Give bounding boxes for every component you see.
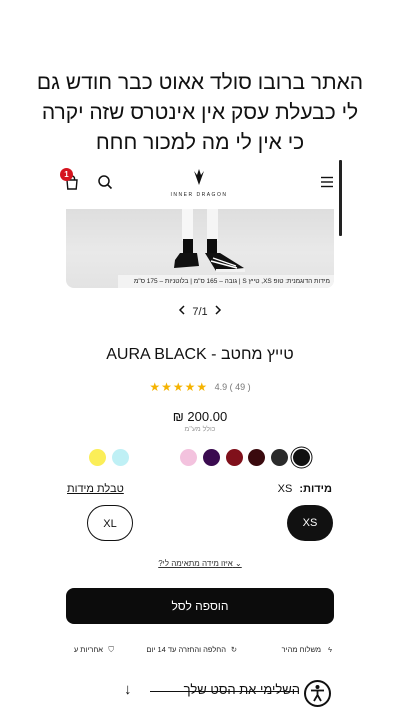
color-swatch-3[interactable] (248, 449, 265, 466)
lightning-icon: ϟ (328, 645, 332, 654)
search-button[interactable] (97, 174, 115, 192)
caption-line-3: כי אין לי מה למכור חחח (95, 131, 305, 154)
prev-image-button[interactable] (175, 305, 189, 318)
color-swatch-1[interactable] (293, 449, 310, 466)
chevron-down-icon: ⌄ (235, 559, 242, 568)
size-label: מידות: XS (278, 483, 332, 495)
fit-link-text: איזו מידה מתאימה לי? (158, 559, 233, 568)
product-image[interactable]: מידות הדוגמנית: טופ XS, טייץ S | גובה – … (66, 209, 334, 288)
cart-count-badge: 1 (60, 168, 73, 181)
next-image-button[interactable] (211, 305, 225, 318)
product-title: AURA BLACK - טייץ מחטב (106, 346, 294, 363)
product-price: ₪ 200.00 (172, 409, 228, 424)
rating-stars-icon: ★★★★★ (149, 380, 209, 394)
color-swatch-2[interactable] (271, 449, 288, 466)
benefit-fast-shipping: ϟ משלוח מהיר (282, 645, 332, 654)
scrollbar[interactable] (339, 160, 342, 236)
store-header: 1 INNER DRAGON (56, 160, 342, 204)
logo-text: INNER DRAGON (170, 192, 228, 198)
color-swatch-6[interactable] (180, 449, 197, 466)
arrow-down-icon: ↓ (124, 681, 132, 698)
store-logo[interactable]: INNER DRAGON (169, 168, 229, 198)
add-to-cart-button[interactable]: הוספה לסל (66, 588, 334, 624)
hamburger-menu-icon (321, 176, 333, 188)
size-option-xs[interactable]: XS (287, 505, 333, 541)
refresh-icon: ↻ (230, 645, 237, 654)
benefit-label: החלפה והחזרה עד 14 יום (146, 645, 226, 654)
benefit-returns: ↻ החלפה והחזרה עד 14 יום (146, 645, 237, 654)
menu-button[interactable] (320, 175, 334, 189)
benefit-warranty: ⛉ אחריות ע (74, 645, 114, 655)
dragon-logo-icon (194, 169, 204, 185)
strikethrough-line (150, 691, 298, 692)
benefits-row: ϟ משלוח מהיר ↻ החלפה והחזרה עד 14 יום ⛉ אחר… (62, 645, 332, 657)
size-label-text: מידות: (299, 483, 332, 495)
benefit-label: משלוח מהיר (281, 645, 321, 654)
benefit-label: אחריות ע (73, 645, 103, 654)
rating-text: 4.9 ( 49 ) (214, 382, 251, 392)
vat-note: כולל מע"מ (184, 426, 216, 433)
color-swatch-7[interactable] (112, 449, 129, 466)
image-pager: 7/1 (170, 305, 230, 319)
chevron-right-icon (215, 305, 221, 315)
size-option-xl[interactable]: XL (87, 505, 133, 541)
model-size-info: מידות הדוגמנית: טופ XS, טייץ S | גובה – … (118, 275, 334, 288)
accessibility-icon (311, 685, 324, 702)
chevron-left-icon (179, 305, 185, 315)
color-swatch-8[interactable] (89, 449, 106, 466)
shield-icon: ⛉ (108, 645, 114, 654)
size-fit-link[interactable]: ⌄ איזו מידה מתאימה לי? (0, 559, 400, 568)
accessibility-button[interactable] (304, 680, 331, 707)
cart-button[interactable]: 1 (60, 168, 84, 192)
selected-size: XS (277, 483, 293, 495)
story-caption: האתר ברובו סולד אאוט כבר חודש גם לי כבעל… (0, 68, 400, 158)
product-rating[interactable]: ★★★★★ 4.9 ( 49 ) (0, 380, 400, 394)
caption-line-1: האתר ברובו סולד אאוט כבר חודש גם (36, 71, 364, 94)
pager-counter: 7/1 (192, 305, 208, 318)
caption-line-2: לי כבעלת עסק אין אינטרס שזה יקרה (41, 101, 359, 124)
color-swatch-5[interactable] (203, 449, 220, 466)
search-icon (98, 175, 113, 190)
size-chart-link[interactable]: טבלת מידות (67, 483, 124, 495)
color-swatch-4[interactable] (226, 449, 243, 466)
